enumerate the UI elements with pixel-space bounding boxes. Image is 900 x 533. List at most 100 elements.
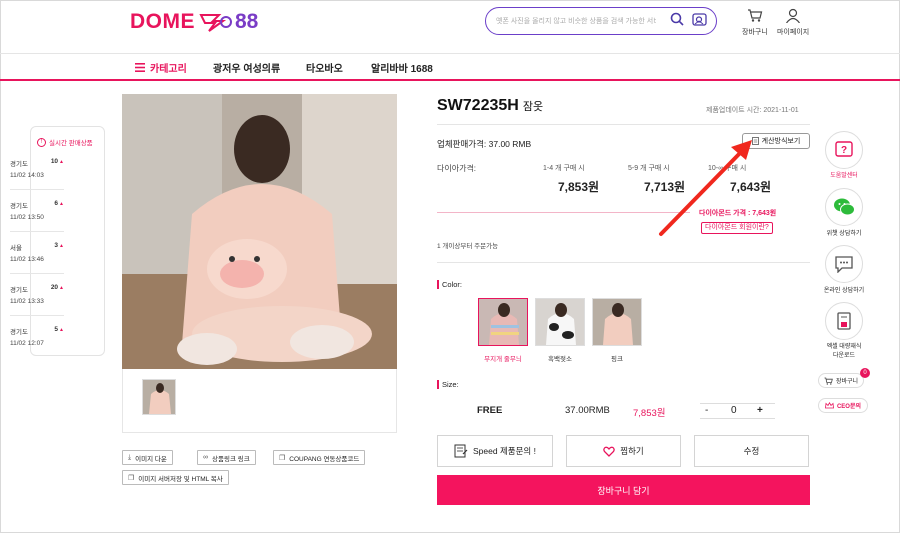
ceo-inquiry-button[interactable]: CEO문의 [818, 398, 868, 413]
nav-guangzhou[interactable]: 광저우 여성의류 [213, 60, 280, 75]
color-option-pink[interactable] [592, 298, 642, 346]
cart-icon [747, 9, 763, 22]
image-search-icon[interactable] [692, 12, 708, 26]
coupang-code-button[interactable]: ❐ COUPANG 연동상품코드 [273, 450, 366, 465]
header-cart[interactable]: 장바구니 [742, 8, 768, 37]
mypage-label: 마이페이지 [777, 29, 810, 36]
tier-price: 7,853원 [558, 180, 600, 194]
nav-category[interactable]: 카테고리 [135, 60, 187, 75]
copy-icon: ❐ [128, 474, 135, 482]
edit-label: 수정 [743, 446, 760, 456]
clock-icon: ! [37, 137, 46, 147]
header-mypage[interactable]: 마이페이지 [777, 8, 809, 37]
wechat-button[interactable] [825, 188, 863, 226]
decrease-button[interactable]: - [705, 405, 708, 416]
bulk-download-label: 엑셀 대량재식 다운로드 [812, 343, 876, 361]
rail-cart-button[interactable]: 장바구니 [818, 373, 864, 388]
excel-download-icon [837, 312, 851, 330]
update-date: 2021-11-01 [763, 107, 799, 114]
divider [437, 212, 690, 213]
image-download-button[interactable]: ⤓ 이미지 다운 [122, 450, 173, 465]
size-name: FREE [477, 405, 503, 416]
color-option-photo [479, 299, 527, 345]
product-photo [122, 94, 397, 369]
nav-underline [0, 79, 900, 81]
thumbnail-image[interactable] [142, 379, 176, 415]
svg-text:?: ? [841, 145, 847, 156]
nav-taobao[interactable]: 타오바오 [306, 60, 343, 75]
live-sales-item: 경기도 5▲ 11/02 12:07 [10, 326, 64, 347]
color-option-label: 흑백젖소 [548, 356, 572, 363]
color-option-label: 핑크 [611, 356, 623, 363]
cart-count-badge: 0 [860, 368, 870, 378]
separator [10, 315, 64, 316]
live-sales-item: 서울 3▲ 11/02 13:46 [10, 242, 64, 263]
label-bar [437, 280, 439, 289]
product-main-image[interactable] [122, 94, 397, 369]
size-price: 7,853원 [633, 408, 666, 419]
wishlist-button[interactable]: 찜하기 [566, 435, 681, 467]
coupang-code-label: COUPANG 연동상품코드 [289, 455, 360, 463]
color-label: Color: [437, 280, 462, 289]
online-chat-button[interactable] [825, 245, 863, 283]
help-center-button[interactable]: ? [825, 131, 863, 169]
live-sales-item: 경기도 6▲ 11/02 13:50 [10, 200, 64, 221]
up-arrow-icon: ▲ [59, 243, 64, 249]
color-option-photo [593, 299, 641, 345]
diamond-price: 다이아몬드 가격 : 7,643원 [699, 210, 777, 217]
diamond-price-label: 다이아가격: [437, 164, 477, 173]
server-save-button[interactable]: ❐ 이미지 서버저장 및 HTML 복사 [122, 470, 229, 485]
product-code: SW72235H [437, 97, 519, 114]
search-icon[interactable] [670, 12, 684, 26]
update-label: 제품업데이트 시간: [706, 107, 762, 114]
divider [437, 124, 810, 125]
count: 20 [50, 284, 59, 291]
bulk-download-button[interactable] [825, 302, 863, 340]
download-icon: ⤓ [128, 453, 132, 461]
divider [437, 262, 810, 263]
quantity-stepper[interactable]: - 0 + [700, 403, 775, 419]
color-option-label: 무지개 줄무늬 [484, 356, 522, 363]
search-placeholder: 옛폰 사진을 올리지 않고 비슷한 상품을 검색 가능한 서비스 [496, 18, 656, 25]
live-sales-title-text: 실시간 판매상품 [49, 140, 93, 147]
color-option-cow[interactable] [535, 298, 585, 346]
live-sales-item: 경기도 10▲ 11/02 14:03 [10, 158, 64, 179]
nav-alibaba[interactable]: 알리바바 1688 [371, 60, 433, 75]
speed-inquiry-button[interactable]: Speed 제품문의 ! [437, 435, 553, 467]
speed-inquiry-label: Speed 제품문의 ! [473, 446, 536, 456]
separator [10, 231, 64, 232]
site-logo[interactable]: DOME 88 [130, 10, 258, 34]
product-link-button[interactable]: ∞ 상품링크 링크 [197, 450, 256, 465]
time: 11/02 13:33 [10, 298, 44, 305]
calc-method-button[interactable]: 계산방식보기 [742, 133, 810, 149]
product-title: SW72235H 잠옷 [437, 97, 543, 115]
live-sales-title: ! 실시간 판매상품 [31, 127, 104, 147]
region: 서울 [10, 245, 22, 252]
min-order-note: 1 개이상부터 주문가능 [437, 243, 499, 250]
separator [10, 189, 64, 190]
tier-price: 7,713원 [644, 180, 686, 194]
quantity-value[interactable]: 0 [731, 405, 737, 416]
color-label-text: Color: [442, 280, 463, 289]
tier-price: 7,643원 [730, 180, 772, 194]
diamond-member-link[interactable]: 다이아몬드 회원이란? [701, 222, 773, 234]
product-name: 잠옷 [522, 101, 544, 113]
ceo-inquiry-label: CEO문의 [836, 404, 862, 410]
tier-range: 1-4 개 구매 시 [543, 165, 585, 172]
cart-icon [824, 377, 833, 385]
count: 10 [50, 158, 59, 165]
header-divider [0, 53, 900, 54]
region: 경기도 [10, 203, 28, 210]
edit-button[interactable]: 수정 [694, 435, 809, 467]
increase-button[interactable]: + [757, 405, 763, 416]
tier-range: 10-∞ 구매 시 [708, 165, 747, 172]
up-arrow-icon: ▲ [59, 327, 64, 333]
wechat-icon [834, 198, 855, 216]
link-icon: ∞ [203, 454, 208, 461]
add-to-cart-button[interactable]: 장바구니 담기 [437, 475, 810, 505]
color-option-rainbow[interactable] [478, 298, 528, 346]
logo-text: DOME [130, 10, 195, 33]
wishlist-label: 찜하기 [620, 446, 644, 456]
help-icon: ? [835, 141, 853, 157]
time: 11/02 14:03 [10, 172, 44, 179]
